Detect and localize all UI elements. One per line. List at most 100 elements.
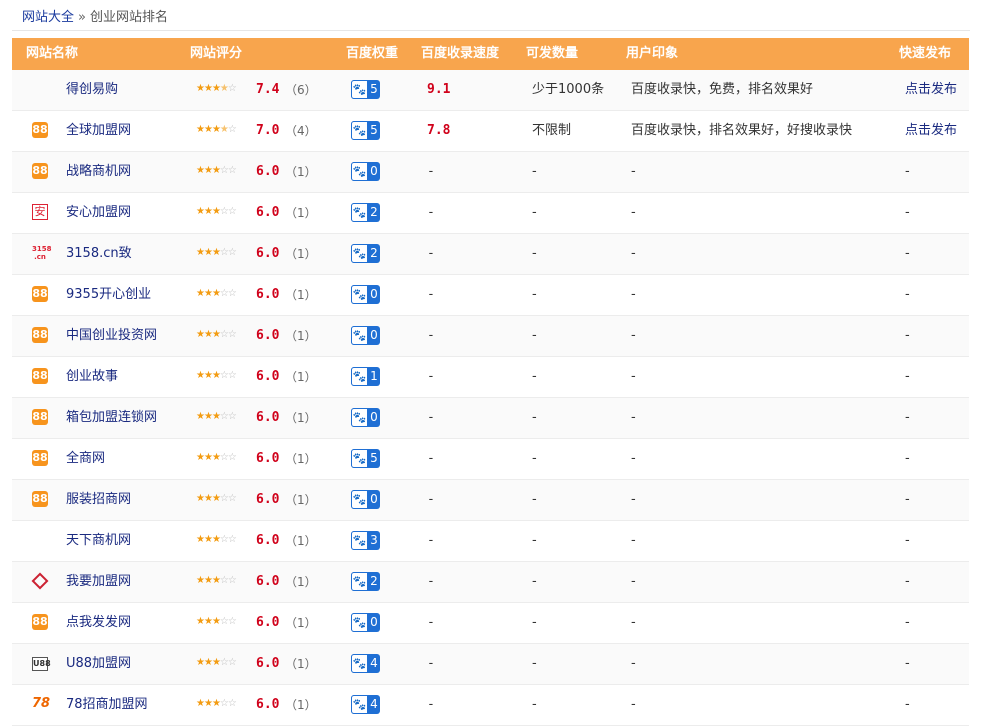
- star-icon: ★: [196, 124, 205, 135]
- col-name-header[interactable]: 网站名称: [26, 38, 78, 70]
- table-row: 88 箱包加盟连锁网 ★★★☆☆ 6.0 （1） 🐾 0 - - - -: [12, 398, 969, 439]
- rating-count: （1）: [285, 616, 317, 630]
- rating-stars: ★★★★☆: [196, 83, 237, 94]
- post-amount: -: [532, 246, 537, 261]
- paw-icon: 🐾: [351, 490, 368, 509]
- paw-icon: 🐾: [351, 408, 368, 427]
- site-logo-icon: 88: [32, 614, 48, 630]
- star-empty-icon: ☆: [227, 493, 237, 504]
- user-impression: -: [631, 615, 636, 630]
- col-rating-header[interactable]: 网站评分: [190, 38, 242, 70]
- star-empty-icon: ☆: [227, 288, 237, 299]
- quick-publish-link[interactable]: 点击发布: [905, 111, 957, 151]
- quick-publish-empty: -: [905, 328, 910, 343]
- rating-score: 6.0: [256, 533, 280, 548]
- star-empty-icon: ☆: [219, 698, 229, 709]
- site-name-link[interactable]: 得创易购: [66, 70, 118, 110]
- baidu-weight-badge: 🐾 0: [351, 490, 380, 509]
- site-name-link[interactable]: 天下商机网: [66, 521, 131, 561]
- rating-count: （1）: [285, 247, 317, 261]
- star-icon: ★: [203, 411, 213, 422]
- site-name-link[interactable]: 全商网: [66, 439, 105, 479]
- index-speed: -: [427, 287, 435, 302]
- site-name-link[interactable]: 箱包加盟连锁网: [66, 398, 157, 438]
- site-name-link[interactable]: 服装招商网: [66, 480, 131, 520]
- site-name-link[interactable]: 3158.cn致: [66, 234, 132, 274]
- paw-icon: 🐾: [351, 162, 368, 181]
- site-name-link[interactable]: 点我发发网: [66, 603, 131, 643]
- rating-count: （1）: [285, 698, 317, 712]
- star-icon: ★: [211, 534, 221, 545]
- star-icon: ★: [196, 698, 205, 709]
- star-icon: ★: [211, 411, 221, 422]
- site-name-link[interactable]: 创业故事: [66, 357, 118, 397]
- star-icon: ★: [211, 452, 221, 463]
- site-name-link[interactable]: 中国创业投资网: [66, 316, 157, 356]
- star-empty-icon: ☆: [227, 452, 237, 463]
- star-icon: ★: [203, 247, 213, 258]
- post-amount: -: [532, 697, 537, 712]
- baidu-weight-badge: 🐾 5: [351, 80, 380, 99]
- table-row: 88 点我发发网 ★★★☆☆ 6.0 （1） 🐾 0 - - - -: [12, 603, 969, 644]
- col-weight-header[interactable]: 百度权重: [346, 38, 398, 70]
- quick-publish-link[interactable]: 点击发布: [905, 70, 957, 110]
- rating-score: 6.0: [256, 410, 280, 425]
- baidu-weight-badge: 🐾 1: [351, 367, 380, 386]
- star-icon: ★: [203, 83, 213, 94]
- star-icon: ★: [203, 698, 213, 709]
- user-impression: -: [631, 697, 636, 712]
- col-speed-header[interactable]: 百度收录速度: [421, 38, 499, 70]
- baidu-weight-value: 0: [370, 328, 378, 342]
- index-speed: -: [427, 492, 435, 507]
- index-speed: -: [427, 205, 435, 220]
- site-name-link[interactable]: 9355开心创业: [66, 275, 151, 315]
- rating-score: 6.0: [256, 615, 280, 630]
- baidu-weight-value: 5: [370, 451, 378, 465]
- site-name-link[interactable]: 全球加盟网: [66, 111, 131, 151]
- site-name-link[interactable]: 78招商加盟网: [66, 685, 148, 725]
- index-speed: -: [427, 574, 435, 589]
- rating-count: （1）: [285, 370, 317, 384]
- table-row: 88 9355开心创业 ★★★☆☆ 6.0 （1） 🐾 0 - - - -: [12, 275, 969, 316]
- col-publish-header: 快速发布: [899, 46, 952, 61]
- star-icon: ★: [211, 575, 221, 586]
- quick-publish-empty: -: [905, 246, 910, 261]
- post-amount: -: [532, 410, 537, 425]
- user-impression: -: [631, 328, 636, 343]
- post-amount: -: [532, 492, 537, 507]
- index-speed: 9.1: [427, 82, 451, 97]
- star-icon: ★: [203, 657, 213, 668]
- star-empty-icon: ☆: [219, 575, 229, 586]
- site-logo-icon: 88: [32, 286, 48, 302]
- col-amount-header[interactable]: 可发数量: [526, 38, 578, 70]
- star-empty-icon: ☆: [219, 288, 229, 299]
- site-name-link[interactable]: U88加盟网: [66, 644, 131, 684]
- quick-publish-empty: -: [905, 451, 910, 466]
- star-icon: ★: [211, 698, 221, 709]
- site-name-link[interactable]: 我要加盟网: [66, 562, 131, 602]
- star-empty-icon: ☆: [219, 165, 229, 176]
- post-amount: -: [532, 164, 537, 179]
- baidu-weight-badge: 🐾 4: [351, 654, 380, 673]
- quick-publish-empty: -: [905, 574, 910, 589]
- col-impression-header: 用户印象: [626, 46, 679, 61]
- baidu-weight-badge: 🐾 0: [351, 162, 380, 181]
- quick-publish-empty: -: [905, 492, 910, 507]
- baidu-weight-value: 0: [370, 492, 378, 506]
- star-half-icon: ★: [219, 124, 229, 135]
- site-logo-icon: 88: [32, 368, 48, 384]
- quick-publish-empty: -: [905, 205, 910, 220]
- site-name-link[interactable]: 战略商机网: [66, 152, 131, 192]
- paw-icon: 🐾: [351, 244, 368, 263]
- star-icon: ★: [196, 657, 205, 668]
- table-row: U88 U88加盟网 ★★★☆☆ 6.0 （1） 🐾 4 - - - -: [12, 644, 969, 685]
- breadcrumb-home-link[interactable]: 网站大全: [22, 10, 74, 25]
- user-impression: -: [631, 205, 636, 220]
- rating-stars: ★★★☆☆: [196, 452, 237, 463]
- site-name-link[interactable]: 安心加盟网: [66, 193, 131, 233]
- star-icon: ★: [203, 288, 213, 299]
- rating-score: 6.0: [256, 451, 280, 466]
- paw-icon: 🐾: [351, 326, 368, 345]
- star-icon: ★: [203, 124, 213, 135]
- star-icon: ★: [203, 370, 213, 381]
